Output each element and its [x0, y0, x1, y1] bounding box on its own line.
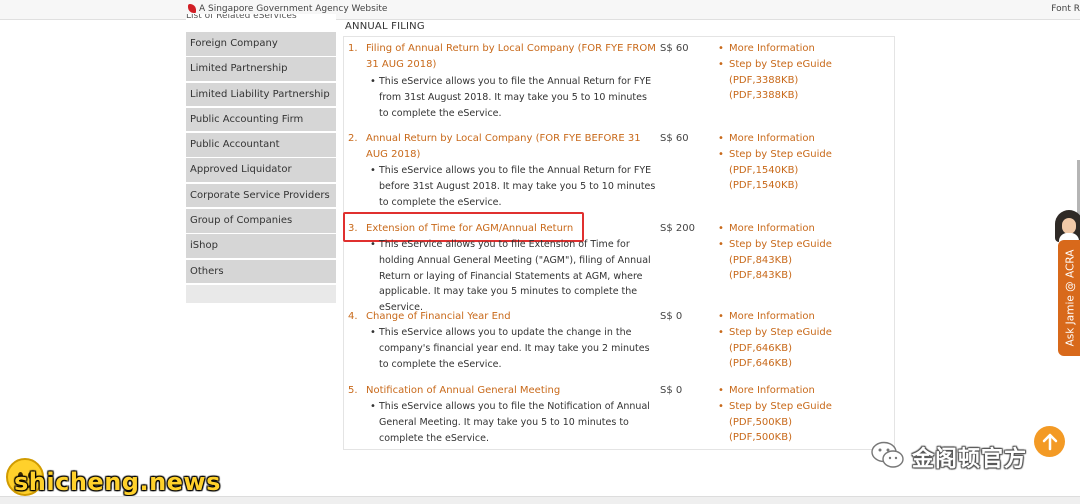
eguide-link[interactable]: Step by Step eGuide (PDF,500KB) — [729, 399, 888, 431]
service-title-link[interactable]: Annual Return by Local Company (FOR FYE … — [366, 131, 656, 163]
bullet: • — [718, 148, 724, 160]
service-description: This eService allows you to update the c… — [379, 327, 650, 370]
avatar-face — [1062, 218, 1076, 234]
section-title: ANNUAL FILING — [345, 21, 425, 32]
service-fee: S$ 0 — [660, 311, 683, 322]
bullet: • — [370, 327, 376, 338]
service-number: 4. — [348, 311, 358, 322]
service-fee: S$ 60 — [660, 43, 689, 54]
sidebar-item-approved-liquidator[interactable]: Approved Liquidator — [186, 158, 336, 182]
bullet: • — [718, 223, 724, 234]
sidebar-item-group-of-companies[interactable]: Group of Companies — [186, 208, 336, 233]
bullet: • — [370, 239, 376, 250]
service-fee: S$ 200 — [660, 223, 695, 234]
sidebar-item-ishop[interactable]: iShop — [186, 234, 336, 258]
font-resize-link[interactable]: Font R — [1051, 4, 1080, 14]
service-fee: S$ 60 — [660, 133, 689, 144]
service-description: This eService allows you to file Extensi… — [379, 239, 651, 314]
sidebar: Foreign Company Limited Partnership Limi… — [186, 32, 336, 303]
service-links: • More Information • Step by Step eGuide (… — [718, 131, 888, 194]
eguide-link[interactable]: Step by Step eGuide (PDF,3388KB) — [729, 57, 888, 89]
service-links: • More Information • Step by Step eGuide (… — [718, 41, 888, 104]
eguide-link-size[interactable]: (PDF,646KB) — [718, 356, 888, 372]
bullet: • — [718, 238, 724, 250]
gov-masthead: A Singapore Government Agency Website Fo… — [0, 0, 1080, 20]
service-description: This eService allows you to file the Not… — [379, 401, 650, 444]
bullet: • — [718, 58, 724, 70]
more-information-link[interactable]: More Information — [729, 309, 815, 325]
more-information-link[interactable]: More Information — [729, 221, 815, 237]
eguide-link[interactable]: Step by Step eGuide (PDF,843KB) — [729, 237, 888, 269]
bullet: • — [718, 133, 724, 144]
wechat-icon — [871, 441, 904, 468]
more-information-link[interactable]: More Information — [729, 41, 815, 57]
arrow-up-icon — [1042, 433, 1057, 450]
eguide-link-size[interactable]: (PDF,500KB) — [718, 430, 888, 446]
bullet: • — [370, 76, 376, 87]
lion-head-icon — [188, 4, 196, 13]
service-number: 2. — [348, 133, 358, 144]
service-number: 5. — [348, 385, 358, 396]
eguide-link-size[interactable]: (PDF,843KB) — [718, 268, 888, 284]
more-information-link[interactable]: More Information — [729, 383, 815, 399]
bullet: • — [718, 385, 724, 396]
back-to-top-button[interactable] — [1034, 426, 1065, 457]
site-watermark-text: shicheng.news — [14, 468, 221, 496]
sidebar-item-foreign-company[interactable]: Foreign Company — [186, 32, 336, 56]
bullet: • — [370, 165, 376, 176]
bullet: • — [718, 326, 724, 338]
ask-jamie-label: Ask Jamie @ ACRA — [1064, 249, 1076, 347]
service-description: This eService allows you to file the Ann… — [379, 76, 652, 119]
sidebar-item-limited-partnership[interactable]: Limited Partnership — [186, 57, 336, 81]
sidebar-item-llp[interactable]: Limited Liability Partnership — [186, 82, 336, 107]
sidebar-item-cut[interactable]: List of Related eServices — [186, 14, 336, 22]
service-description: This eService allows you to file the Ann… — [379, 165, 656, 208]
sidebar-footer — [186, 284, 336, 303]
service-title-link[interactable]: Filing of Annual Return by Local Company… — [366, 41, 656, 73]
eguide-link-size[interactable]: (PDF,3388KB) — [718, 88, 888, 104]
service-links: • More Information • Step by Step eGuide (… — [718, 383, 888, 446]
service-title-link[interactable]: Notification of Annual General Meeting — [366, 383, 656, 399]
eguide-link-size[interactable]: (PDF,1540KB) — [718, 178, 888, 194]
ask-jamie-label-wrap[interactable]: Ask Jamie @ ACRA — [1058, 240, 1080, 356]
watermark-text: 金阁顿官方 — [912, 447, 1028, 472]
sidebar-item-public-accounting-firm[interactable]: Public Accounting Firm — [186, 107, 336, 132]
jamie-avatar[interactable] — [1055, 210, 1080, 242]
bullet: • — [718, 400, 724, 412]
service-title-link[interactable]: Change of Financial Year End — [366, 309, 656, 325]
service-number: 1. — [348, 43, 358, 54]
sidebar-item-others[interactable]: Others — [186, 259, 336, 284]
bottom-bar — [0, 496, 1080, 504]
bullet: • — [370, 401, 376, 412]
service-links: • More Information • Step by Step eGuide (… — [718, 221, 888, 284]
eguide-link[interactable]: Step by Step eGuide (PDF,1540KB) — [729, 147, 888, 179]
more-information-link[interactable]: More Information — [729, 131, 815, 147]
service-links: • More Information • Step by Step eGuide (… — [718, 309, 888, 372]
service-fee: S$ 0 — [660, 385, 683, 396]
bullet: • — [718, 43, 724, 54]
sidebar-item-public-accountant[interactable]: Public Accountant — [186, 133, 336, 157]
gov-masthead-text: A Singapore Government Agency Website — [199, 4, 388, 14]
sidebar-item-corporate-service-providers[interactable]: Corporate Service Providers — [186, 183, 336, 208]
eguide-link[interactable]: Step by Step eGuide (PDF,646KB) — [729, 325, 888, 357]
bullet: • — [718, 311, 724, 322]
